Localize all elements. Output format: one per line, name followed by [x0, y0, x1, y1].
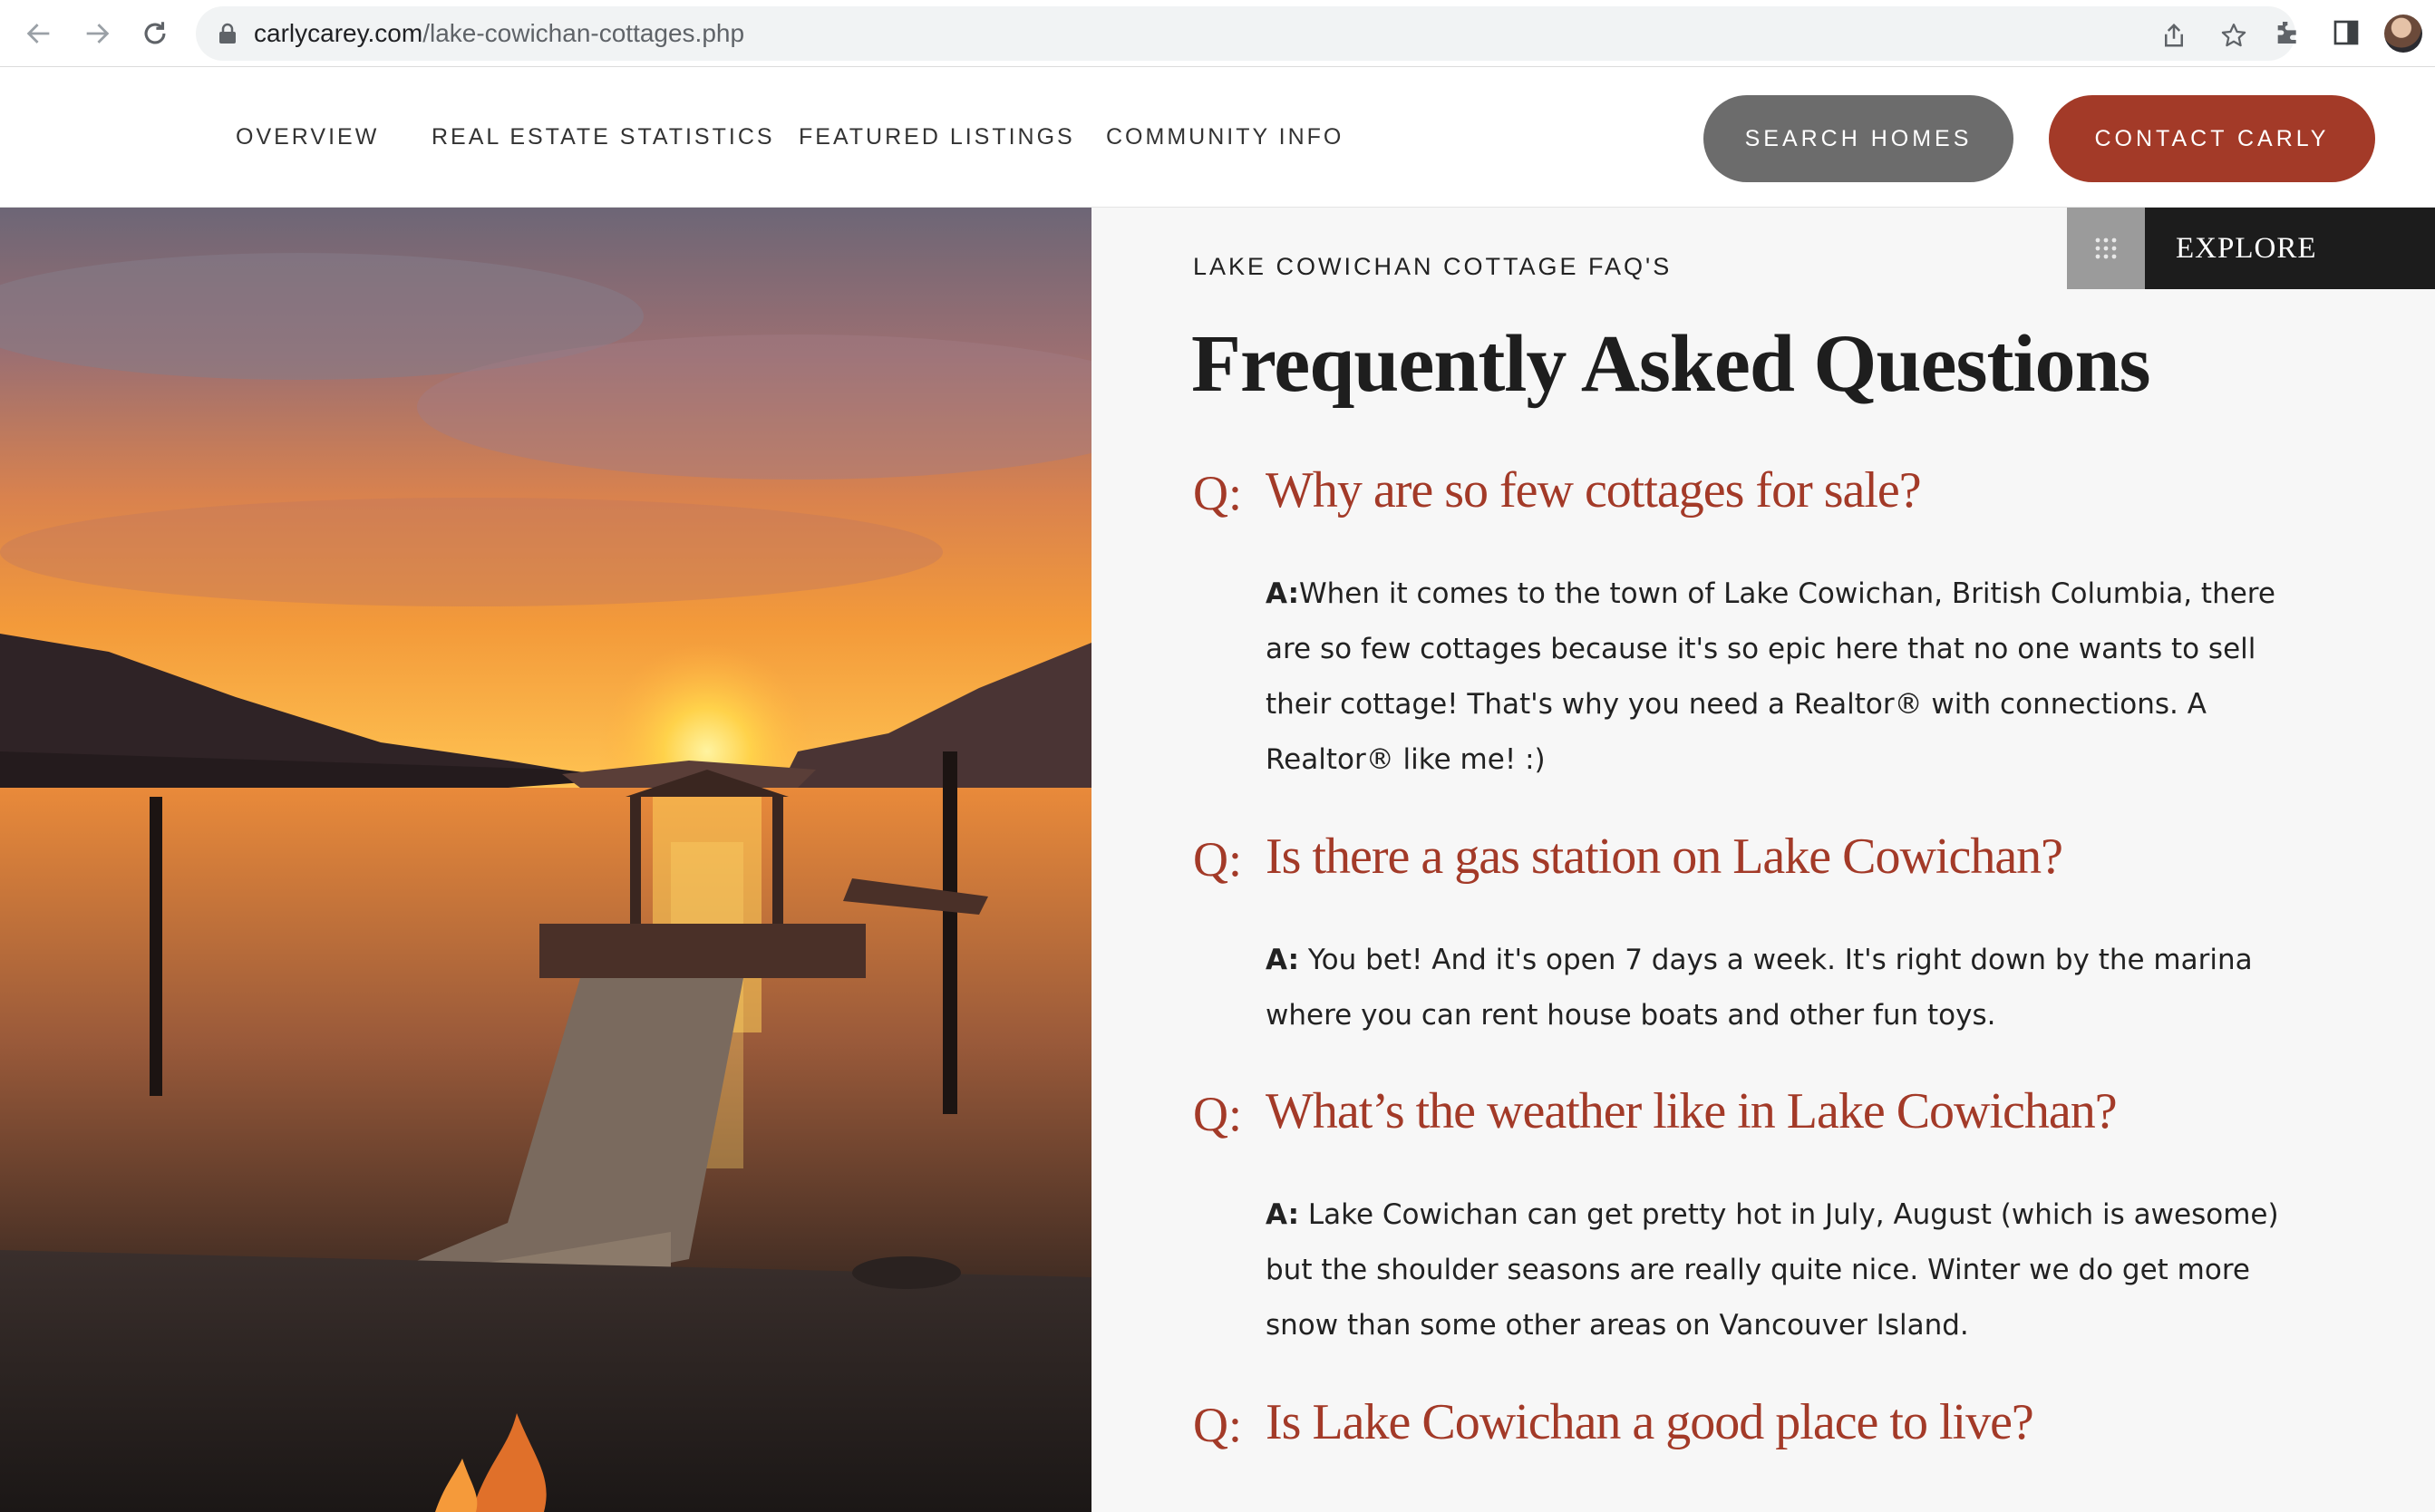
faq-section: LAKE COWICHAN COTTAGE FAQ'S Frequently A… — [1091, 208, 2435, 1512]
reload-icon[interactable] — [132, 11, 178, 56]
faq-question: Why are so few cottages for sale? — [1266, 462, 1922, 519]
question-prefix: Q: — [1193, 832, 1242, 887]
nav-link-community-info[interactable]: COMMUNITY INFO — [1106, 122, 1344, 151]
explore-label: EXPLORE — [2145, 208, 2435, 289]
url-domain: carlycarey.com — [254, 19, 423, 47]
faq-question: What’s the weather like in Lake Cowichan… — [1266, 1083, 2118, 1139]
answer-text: When it comes to the town of Lake Cowich… — [1266, 577, 2275, 776]
browser-toolbar: carlycarey.com/lake-cowichan-cottages.ph… — [0, 0, 2435, 67]
question-prefix: Q: — [1193, 466, 1242, 520]
sidebar-icon[interactable] — [2326, 13, 2366, 53]
faq-answer: A:When it comes to the town of Lake Cowi… — [1266, 567, 2308, 788]
forward-arrow-icon[interactable] — [74, 11, 120, 56]
faq-question: Is Lake Cowichan a good place to live? — [1266, 1394, 2034, 1450]
extensions-icon[interactable] — [2266, 13, 2306, 53]
faq-question: Is there a gas station on Lake Cowichan? — [1266, 829, 2063, 885]
page-title: Frequently Asked Questions — [1191, 319, 2151, 409]
explore-tab[interactable]: EXPLORE — [2067, 208, 2435, 289]
nav-link-real-estate-statistics[interactable]: REAL ESTATE STATISTICS — [432, 122, 775, 151]
address-bar[interactable]: carlycarey.com/lake-cowichan-cottages.ph… — [196, 6, 2295, 61]
section-eyebrow: LAKE COWICHAN COTTAGE FAQ'S — [1193, 253, 1673, 280]
answer-text: You bet! And it's open 7 days a week. It… — [1266, 944, 2253, 1032]
question-prefix: Q: — [1193, 1398, 1242, 1452]
search-homes-button[interactable]: SEARCH HOMES — [1703, 95, 2013, 182]
question-prefix: Q: — [1193, 1087, 1242, 1141]
url-text: carlycarey.com/lake-cowichan-cottages.ph… — [254, 19, 744, 48]
lake-sunset-photo — [0, 208, 1091, 1512]
grid-dots-icon — [2067, 208, 2145, 289]
site-navigation: OVERVIEW REAL ESTATE STATISTICS FEATURED… — [0, 68, 2435, 208]
answer-label: A: — [1266, 944, 1299, 976]
answer-label: A: — [1266, 1198, 1299, 1231]
nav-link-overview[interactable]: OVERVIEW — [236, 122, 379, 151]
star-icon[interactable] — [2216, 17, 2252, 53]
lock-icon — [219, 23, 236, 44]
profile-avatar[interactable] — [2384, 15, 2422, 53]
back-arrow-icon[interactable] — [16, 11, 62, 56]
share-icon[interactable] — [2156, 17, 2192, 53]
faq-answer: A: Lake Cowichan can get pretty hot in J… — [1266, 1187, 2308, 1353]
faq-answer: A: You bet! And it's open 7 days a week.… — [1266, 933, 2308, 1043]
answer-label: A: — [1266, 577, 1299, 610]
answer-text: Lake Cowichan can get pretty hot in July… — [1266, 1198, 2279, 1342]
nav-link-featured-listings[interactable]: FEATURED LISTINGS — [799, 122, 1075, 151]
url-path: /lake-cowichan-cottages.php — [422, 19, 745, 47]
contact-carly-button[interactable]: CONTACT CARLY — [2049, 95, 2375, 182]
